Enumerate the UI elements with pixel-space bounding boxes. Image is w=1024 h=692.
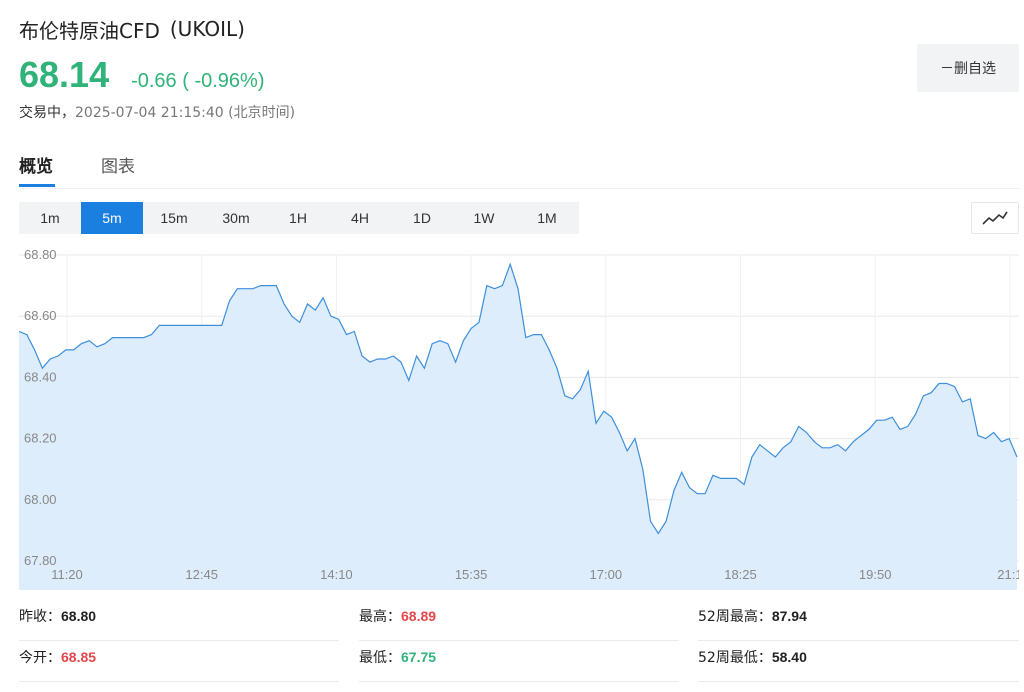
stat-value: 68.80 <box>61 608 97 624</box>
price-area <box>19 264 1017 590</box>
stat-label: 昨收： <box>19 609 61 625</box>
period-1w[interactable]: 1W <box>453 202 515 234</box>
period-5m[interactable]: 5m <box>81 202 143 234</box>
x-tick-label: 21:1 <box>997 567 1019 582</box>
price-row: 68.14 -0.66 ( -0.96%) <box>19 54 264 96</box>
stat-value: 68.89 <box>401 608 437 624</box>
stat-value: 68.85 <box>61 649 97 665</box>
x-tick-label: 11:20 <box>51 567 83 582</box>
stat-high: 最高：68.89 <box>359 600 679 641</box>
stat-label: 52周最高： <box>698 609 772 625</box>
y-tick-label: 68.60 <box>24 308 57 323</box>
stat-value: 58.40 <box>771 649 807 665</box>
y-tick-label: 68.20 <box>24 431 57 446</box>
period-15m[interactable]: 15m <box>143 202 205 234</box>
period-4h[interactable]: 4H <box>329 202 391 234</box>
period-1m[interactable]: 1m <box>19 202 81 234</box>
chart-type-button[interactable] <box>971 202 1019 234</box>
x-tick-label: 14:10 <box>320 567 353 582</box>
trading-status: 交易中，2025-07-04 21:15:40 (北京时间) <box>19 102 295 122</box>
quote-time: 2025-07-04 21:15:40 (北京时间) <box>75 105 296 121</box>
stat-label: 今开： <box>19 650 61 666</box>
price-change: -0.66 ( -0.96%) <box>131 70 265 92</box>
tab-chart[interactable]: 图表 <box>101 152 135 177</box>
trading-state: 交易中， <box>19 105 75 121</box>
price-chart[interactable]: 68.80 68.60 68.40 68.20 68.00 67.8011:20 12:45… <box>19 240 1019 590</box>
x-tick-label: 12:45 <box>185 567 218 582</box>
period-1h[interactable]: 1H <box>267 202 329 234</box>
x-tick-label: 18:25 <box>724 567 757 582</box>
stat-low: 最低：67.75 <box>359 641 679 682</box>
y-tick-label: 68.40 <box>24 369 57 384</box>
y-tick-label: 68.00 <box>24 492 57 507</box>
period-selector: 1m 5m 15m 30m 1H 4H 1D 1W 1M <box>19 202 579 234</box>
stat-52w-low: 52周最低：58.40 <box>698 641 1019 682</box>
stat-label: 52周最低： <box>698 650 772 666</box>
stat-52w-high: 52周最高：87.94 <box>698 600 1019 641</box>
period-1mo[interactable]: 1M <box>515 202 579 234</box>
stat-open: 今开：68.85 <box>19 641 339 682</box>
instrument-title: 布伦特原油CFD (UKOIL) <box>19 14 245 44</box>
instrument-code: (UKOIL) <box>169 17 245 41</box>
remove-watchlist-button[interactable]: －删自选 <box>917 44 1019 92</box>
x-tick-label: 17:00 <box>590 567 623 582</box>
period-30m[interactable]: 30m <box>205 202 267 234</box>
y-tick-label: 68.80 <box>24 247 57 262</box>
y-tick-label: 67.80 <box>24 553 57 568</box>
instrument-name: 布伦特原油CFD <box>19 18 160 43</box>
stat-value: 67.75 <box>401 649 437 665</box>
stat-label: 最低： <box>359 650 401 666</box>
stat-label: 最高： <box>359 609 401 625</box>
period-1d[interactable]: 1D <box>391 202 453 234</box>
last-price: 68.14 <box>19 54 110 95</box>
stat-value: 87.94 <box>771 608 807 624</box>
active-tab-underline <box>19 184 55 187</box>
view-tabs: 概览 图表 <box>19 146 1019 189</box>
x-tick-label: 19:50 <box>859 567 892 582</box>
x-tick-label: 15:35 <box>455 567 488 582</box>
stat-prev-close: 昨收：68.80 <box>19 600 339 641</box>
line-chart-icon <box>982 211 1008 225</box>
tab-overview[interactable]: 概览 <box>19 152 53 177</box>
